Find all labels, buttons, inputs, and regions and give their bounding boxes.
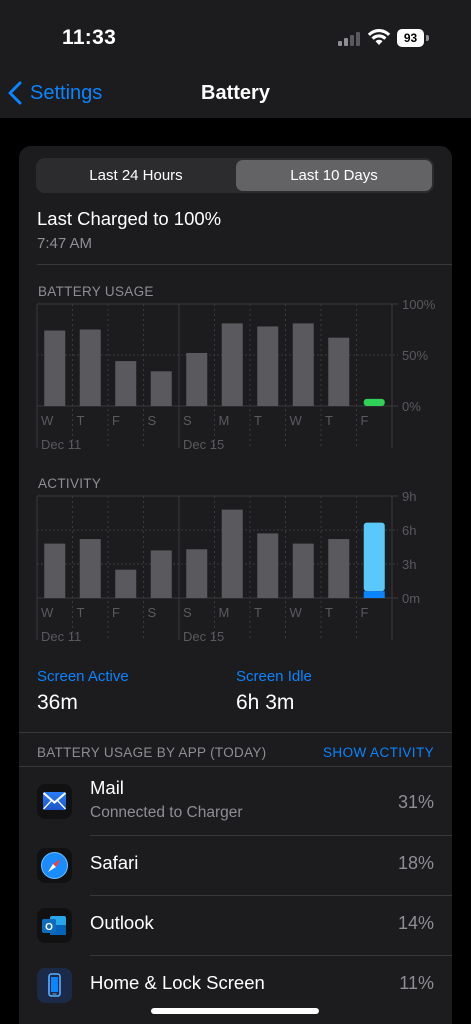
x-tick-label: M (219, 413, 230, 428)
app-row-safari[interactable]: Safari 18% (19, 836, 452, 895)
x-tick-label: T (325, 605, 333, 620)
app-percent: 14% (397, 913, 434, 933)
app-percent: 31% (397, 792, 434, 812)
x-tick-label: S (183, 413, 192, 428)
status-time: 11:33 (62, 26, 117, 49)
x-tick-label: F (112, 413, 120, 428)
bar (292, 323, 314, 406)
screen-idle-label: Screen Idle (236, 668, 312, 685)
date-label: Dec 15 (183, 629, 224, 644)
bar (221, 323, 243, 406)
app-name: Outlook (90, 912, 154, 933)
y-tick-label: 3h (402, 557, 416, 572)
navigation-bar: Settings Battery (0, 70, 471, 118)
y-tick-label: 9h (402, 489, 416, 504)
bar (328, 539, 350, 598)
divider (37, 264, 452, 265)
app-subtitle: Connected to Charger (90, 804, 243, 821)
date-label: Dec 11 (41, 629, 81, 644)
app-name: Safari (90, 852, 139, 873)
app-percent: 18% (397, 853, 434, 873)
bar (44, 330, 66, 406)
status-bar: 11:33 93 (0, 0, 471, 70)
x-tick-label: T (77, 605, 85, 620)
app-row-mail[interactable]: Mail Connected to Charger 31% (19, 767, 452, 835)
x-tick-label: W (290, 413, 303, 428)
bar (363, 398, 385, 406)
battery-card: Last 24 Hours Last 10 Days Last Charged … (19, 146, 452, 1024)
screen-active-value: 36m (37, 691, 78, 714)
bar (115, 569, 137, 598)
bar (292, 543, 314, 598)
date-label: Dec 11 (41, 437, 81, 452)
y-tick-label: 6h (402, 523, 416, 538)
app-row-home-lock-screen[interactable]: Home & Lock Screen 11% (19, 956, 452, 1015)
segment-last-24-hours[interactable]: Last 24 Hours (38, 160, 234, 191)
battery-status-icon: 93 (397, 29, 430, 47)
battery-usage-chart[interactable]: 100% 50% 0% W T F S S M T W T F Dec 11 Dec 15 (19, 296, 452, 476)
y-tick-label: 0m (402, 591, 420, 606)
bar (257, 533, 279, 598)
x-tick-label: W (290, 605, 303, 620)
safari-icon (37, 848, 72, 883)
bar (79, 329, 101, 406)
bar (363, 591, 385, 598)
x-tick-label: T (325, 413, 333, 428)
bar (186, 352, 208, 406)
battery-level-text: 93 (397, 29, 424, 47)
bar (150, 550, 172, 598)
screen-active-label: Screen Active (37, 668, 129, 685)
x-tick-label: T (77, 413, 85, 428)
bar (115, 361, 137, 406)
x-tick-label: S (148, 413, 157, 428)
usage-by-app-header: BATTERY USAGE BY APP (TODAY) (37, 745, 267, 760)
segment-last-10-days[interactable]: Last 10 Days (236, 160, 432, 191)
y-tick-label: 100% (402, 297, 436, 312)
bar (363, 522, 385, 592)
app-name: Mail (90, 777, 124, 798)
app-percent: 11% (399, 973, 434, 993)
x-tick-label: F (361, 605, 369, 620)
bar (186, 549, 208, 598)
outlook-icon: O (37, 908, 72, 943)
x-tick-label: T (254, 413, 262, 428)
bar (79, 539, 101, 598)
x-tick-label: T (254, 605, 262, 620)
mail-icon (37, 784, 72, 819)
page-title: Battery (201, 82, 270, 104)
home-indicator[interactable] (151, 1008, 319, 1014)
activity-chart[interactable]: 9h 6h 3h 0m W T F S S M T W T F Dec 11 Dec 15 (19, 488, 452, 668)
x-tick-label: S (148, 605, 157, 620)
wifi-icon (367, 29, 391, 45)
x-tick-label: S (183, 605, 192, 620)
time-range-segmented-control[interactable]: Last 24 Hours Last 10 Days (36, 158, 434, 193)
bar (44, 543, 66, 598)
y-tick-label: 50% (402, 348, 428, 363)
date-label: Dec 15 (183, 437, 224, 452)
bar (150, 371, 172, 406)
x-tick-label: F (112, 605, 120, 620)
last-charged-title: Last Charged to 100% (37, 208, 222, 229)
x-tick-label: F (361, 413, 369, 428)
y-tick-label: 0% (402, 399, 421, 414)
x-tick-label: M (219, 605, 230, 620)
x-tick-label: W (41, 413, 54, 428)
x-tick-label: W (41, 605, 54, 620)
app-name: Home & Lock Screen (90, 972, 265, 993)
last-charged-time: 7:47 AM (37, 235, 93, 252)
bar (221, 509, 243, 598)
cellular-signal-icon (338, 30, 362, 46)
bar (257, 326, 279, 406)
divider (19, 732, 452, 733)
app-row-outlook[interactable]: O Outlook 14% (19, 896, 452, 955)
screen-idle-value: 6h 3m (236, 691, 295, 714)
bar (328, 337, 350, 406)
svg-text:O: O (45, 922, 53, 933)
home-lock-screen-icon (37, 968, 72, 1003)
show-activity-button[interactable]: SHOW ACTIVITY (323, 745, 434, 760)
